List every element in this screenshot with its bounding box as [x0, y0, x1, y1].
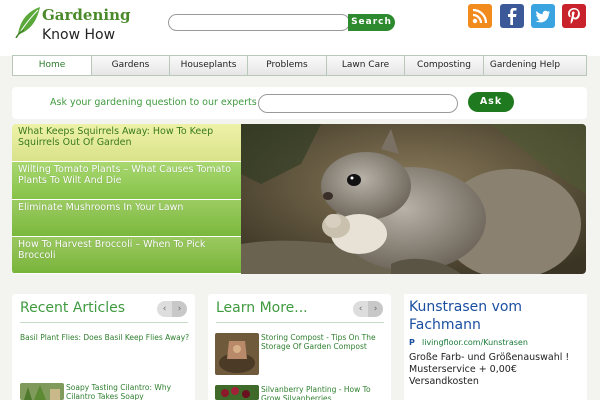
- featured-list: What Keeps Squirrels Away: How To Keep S…: [12, 124, 241, 274]
- nav-item-gardening-help[interactable]: Gardening Help: [484, 56, 566, 75]
- ask-prompt: Ask your gardening question to our exper…: [50, 97, 257, 108]
- prev-arrow-icon[interactable]: ‹: [353, 301, 368, 317]
- logo-text-line2: Know How: [42, 27, 116, 43]
- ask-question-input[interactable]: [258, 94, 458, 113]
- featured-item[interactable]: How To Harvest Broccoli – When To Pick B…: [12, 237, 241, 274]
- featured-item[interactable]: Eliminate Mushrooms In Your Lawn: [12, 200, 241, 237]
- sponsored-ad[interactable]: Kunstrasen vom Fachmann Plivingfloor.com…: [404, 294, 587, 400]
- ad-title[interactable]: Kunstrasen vom Fachmann: [409, 298, 587, 334]
- compost-thumbnail[interactable]: [215, 333, 259, 375]
- article-link[interactable]: Storing Compost - Tips On The Storage Of…: [261, 333, 386, 351]
- leaf-logo-icon: [15, 7, 40, 38]
- twitter-icon[interactable]: [531, 4, 555, 28]
- search-input[interactable]: [168, 14, 350, 31]
- featured-slider: What Keeps Squirrels Away: How To Keep S…: [12, 124, 586, 274]
- ad-url[interactable]: Plivingfloor.com/Kunstrasen: [409, 338, 528, 347]
- learn-more-title: Learn More...: [216, 300, 308, 316]
- featured-item[interactable]: What Keeps Squirrels Away: How To Keep S…: [12, 124, 241, 162]
- site-header: Gardening Know How Search: [0, 0, 600, 56]
- site-logo[interactable]: Gardening Know How: [14, 4, 130, 52]
- squirrel-photo[interactable]: [241, 124, 586, 274]
- nav-item-gardens[interactable]: Gardens: [92, 56, 170, 75]
- learn-more-pager: ‹ ›: [353, 301, 383, 317]
- learn-more-panel: Learn More... ‹ › Storing Compost - Tips…: [208, 294, 391, 400]
- nav-item-home[interactable]: Home: [13, 56, 92, 75]
- nav-item-houseplants[interactable]: Houseplants: [170, 56, 248, 75]
- ad-info-icon: P: [409, 338, 415, 347]
- article-link[interactable]: Silvanberry Planting - How To Grow Silva…: [261, 385, 386, 400]
- ask-expert-bar: Ask your gardening question to our exper…: [12, 87, 587, 119]
- nav-item-problems[interactable]: Problems: [248, 56, 327, 75]
- recent-articles-title: Recent Articles: [20, 300, 126, 316]
- pinterest-icon[interactable]: [562, 4, 586, 28]
- panel-divider: [216, 322, 384, 323]
- article-thumbnail[interactable]: [20, 383, 64, 400]
- ask-button[interactable]: Ask: [468, 92, 514, 112]
- recent-articles-pager: ‹ ›: [157, 301, 187, 317]
- article-link[interactable]: Soapy Tasting Cilantro: Why Cilantro Tak…: [66, 383, 190, 400]
- featured-item[interactable]: Wilting Tomato Plants – What Causes Toma…: [12, 162, 241, 200]
- ad-description: Große Farb- und Größenauswahl ! Musterse…: [409, 352, 570, 387]
- recent-articles-panel: Recent Articles ‹ › Basil Plant Flies: D…: [12, 294, 195, 400]
- search-button[interactable]: Search: [348, 14, 395, 31]
- next-arrow-icon[interactable]: ›: [368, 301, 383, 317]
- nav-item-lawn-care[interactable]: Lawn Care: [327, 56, 405, 75]
- prev-arrow-icon[interactable]: ‹: [157, 301, 172, 317]
- facebook-icon[interactable]: [500, 4, 524, 28]
- berry-thumbnail[interactable]: [215, 385, 259, 400]
- logo-text-line1: Gardening: [42, 6, 131, 24]
- nav-item-composting[interactable]: Composting: [405, 56, 484, 75]
- main-nav: Home Gardens Houseplants Problems Lawn C…: [12, 55, 587, 76]
- rss-icon[interactable]: [468, 4, 492, 28]
- article-link[interactable]: Basil Plant Flies: Does Basil Keep Flies…: [20, 333, 190, 342]
- panel-divider: [20, 322, 188, 323]
- ad-url-text[interactable]: livingfloor.com/Kunstrasen: [422, 338, 528, 347]
- next-arrow-icon[interactable]: ›: [172, 301, 187, 317]
